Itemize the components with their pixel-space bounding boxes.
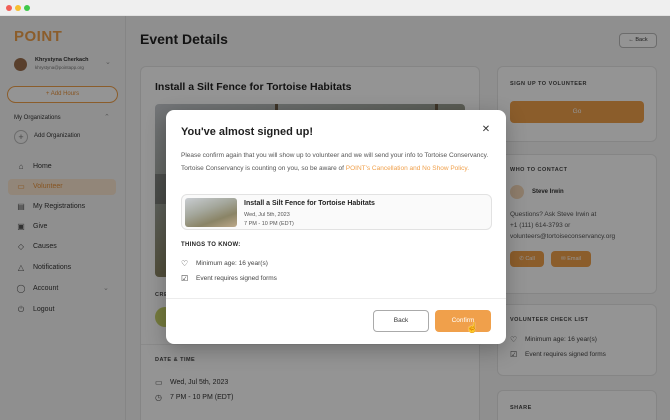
things-item-text: Minimum age: 16 year(s) <box>196 260 268 267</box>
dialog-body: Please confirm again that you will show … <box>181 150 493 175</box>
heart-icon: ♡ <box>181 259 189 268</box>
dialog-title: You've almost signed up! <box>181 126 313 138</box>
cancellation-policy-link[interactable]: POINT's Cancellation and No Show Policy. <box>346 165 469 172</box>
document-check-icon: ☑ <box>181 274 189 283</box>
window-minimize-dot[interactable] <box>15 5 21 11</box>
dialog-back-button[interactable]: Back <box>373 310 429 332</box>
divider <box>166 298 506 299</box>
browser-chrome <box>0 0 670 16</box>
window-maximize-dot[interactable] <box>24 5 30 11</box>
confirm-button[interactable]: Confirm <box>435 310 491 332</box>
event-thumbnail <box>185 198 237 227</box>
signup-confirm-dialog: You've almost signed up! ✕ Please confir… <box>166 110 506 344</box>
event-summary-date: Wed, Jul 5th, 2023 <box>244 212 290 218</box>
pointer-cursor-icon: ☝ <box>466 323 479 334</box>
event-summary-title: Install a Silt Fence for Tortoise Habita… <box>244 200 375 207</box>
things-to-know-label: THINGS TO KNOW: <box>181 242 241 248</box>
things-item-text: Event requires signed forms <box>196 275 277 282</box>
close-icon[interactable]: ✕ <box>480 124 492 136</box>
window-close-dot[interactable] <box>6 5 12 11</box>
event-summary-card: Install a Silt Fence for Tortoise Habita… <box>181 194 492 230</box>
event-summary-time: 7 PM - 10 PM (EDT) <box>244 221 294 227</box>
